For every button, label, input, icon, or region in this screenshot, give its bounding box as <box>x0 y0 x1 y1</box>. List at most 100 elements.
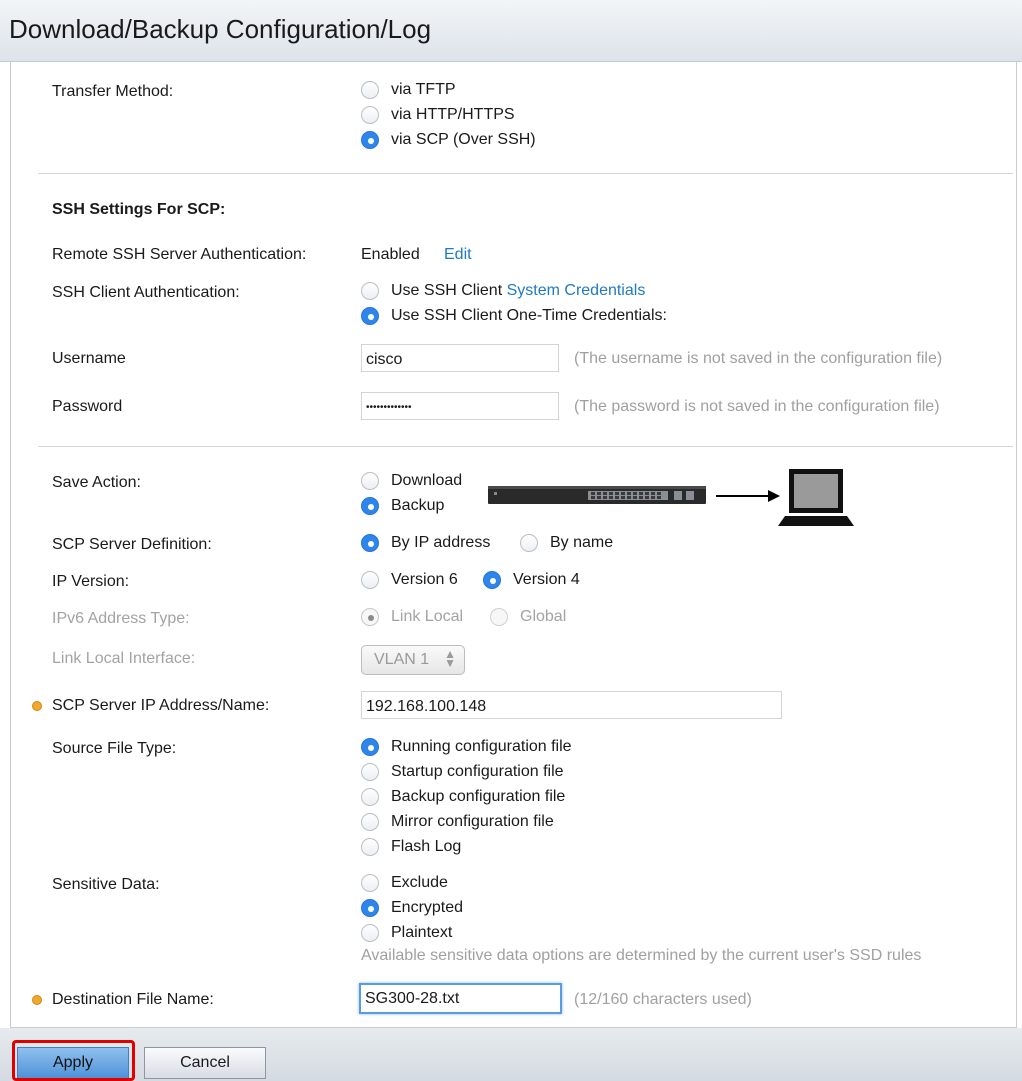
laptop-icon <box>778 469 854 526</box>
sensitive-data-label: Sensitive Data: <box>52 876 160 893</box>
ssh-client-system-option[interactable]: Use SSH Client System Credentials <box>361 282 645 300</box>
remote-ssh-auth-label: Remote SSH Server Authentication: <box>52 246 307 263</box>
source-backup-label: Backup configuration file <box>391 788 566 805</box>
source-flash-log-option[interactable]: Flash Log <box>361 838 461 856</box>
source-backup-radio[interactable] <box>361 788 379 806</box>
source-flash-log-radio[interactable] <box>361 838 379 856</box>
username-input[interactable]: cisco <box>361 344 559 372</box>
remote-ssh-auth-value: Enabled <box>361 246 420 263</box>
sensitive-exclude-label: Exclude <box>391 874 448 891</box>
save-backup-label: Backup <box>391 497 445 514</box>
source-running-label: Running configuration file <box>391 738 572 755</box>
scp-server-ip-label: SCP Server IP Address/Name: <box>52 697 270 714</box>
page-title: Download/Backup Configuration/Log <box>9 14 432 44</box>
ipv6-global-radio <box>490 608 508 626</box>
ip-version-label: IP Version: <box>52 573 130 590</box>
save-backup-option[interactable]: Backup <box>361 497 444 515</box>
source-running-option[interactable]: Running configuration file <box>361 738 572 756</box>
sensitive-plaintext-option[interactable]: Plaintext <box>361 924 452 942</box>
sensitive-exclude-option[interactable]: Exclude <box>361 874 448 892</box>
password-note: (The password is not saved in the config… <box>574 398 940 415</box>
source-file-type-label: Source File Type: <box>52 740 177 757</box>
system-credentials-link[interactable]: System Credentials <box>507 282 646 300</box>
source-mirror-option[interactable]: Mirror configuration file <box>361 813 554 831</box>
title-bar: Download/Backup Configuration/Log <box>0 0 1022 62</box>
server-by-name-label: By name <box>550 534 614 551</box>
server-by-name-radio[interactable] <box>520 534 538 552</box>
save-download-label: Download <box>391 472 463 489</box>
transfer-tftp-radio[interactable] <box>361 81 379 99</box>
source-mirror-radio[interactable] <box>361 813 379 831</box>
source-startup-option[interactable]: Startup configuration file <box>361 763 564 781</box>
server-by-ip-option[interactable]: By IP address <box>361 534 490 552</box>
cancel-button[interactable]: Cancel <box>144 1047 266 1079</box>
ip-version6-option[interactable]: Version 6 <box>361 571 458 589</box>
apply-highlight <box>12 1040 135 1081</box>
remote-ssh-edit-link[interactable]: Edit <box>444 246 472 264</box>
transfer-scp-radio[interactable] <box>361 131 379 149</box>
ssh-client-onetime-label: Use SSH Client One-Time Credentials: <box>391 307 667 324</box>
ssh-section-title: SSH Settings For SCP: <box>52 201 226 218</box>
arrow-right-icon <box>716 490 780 502</box>
save-backup-radio[interactable] <box>361 497 379 515</box>
destination-file-name-input[interactable]: SG300-28.txt <box>359 983 562 1014</box>
save-download-option[interactable]: Download <box>361 472 462 490</box>
server-by-name-option[interactable]: By name <box>520 534 613 552</box>
ipv6-global-label: Global <box>520 608 567 625</box>
ssh-client-auth-label: SSH Client Authentication: <box>52 284 240 301</box>
save-download-radio[interactable] <box>361 472 379 490</box>
server-by-ip-radio[interactable] <box>361 534 379 552</box>
server-by-ip-label: By IP address <box>391 534 491 551</box>
scp-server-definition-label: SCP Server Definition: <box>52 536 212 553</box>
link-local-interface-value: VLAN 1 <box>374 651 430 668</box>
select-arrows-icon: ▲ ▼ <box>444 647 456 670</box>
source-startup-radio[interactable] <box>361 763 379 781</box>
ipv6-link-local-label: Link Local <box>391 608 464 625</box>
username-label: Username <box>52 350 126 367</box>
username-note: (The username is not saved in the config… <box>574 350 943 367</box>
password-label: Password <box>52 398 123 415</box>
source-flash-log-label: Flash Log <box>391 838 462 855</box>
source-startup-label: Startup configuration file <box>391 763 564 780</box>
required-field-icon <box>32 995 42 1005</box>
backup-illustration <box>488 469 854 526</box>
scp-server-ip-input[interactable]: 192.168.100.148 <box>361 691 782 719</box>
transfer-http-option[interactable]: via HTTP/HTTPS <box>361 106 515 124</box>
link-local-interface-label: Link Local Interface: <box>52 650 196 667</box>
sensitive-encrypted-radio[interactable] <box>361 899 379 917</box>
sensitive-data-note: Available sensitive data options are det… <box>361 947 922 964</box>
destination-file-name-note: (12/160 characters used) <box>574 991 752 1008</box>
transfer-tftp-option[interactable]: via TFTP <box>361 81 456 99</box>
source-mirror-label: Mirror configuration file <box>391 813 554 830</box>
section-divider <box>38 173 1013 174</box>
sensitive-plaintext-radio[interactable] <box>361 924 379 942</box>
ipv6-link-local-option: Link Local <box>361 608 463 626</box>
ssh-client-system-text: Use SSH Client <box>391 282 507 299</box>
ip-version6-label: Version 6 <box>391 571 458 588</box>
sensitive-plaintext-label: Plaintext <box>391 924 453 941</box>
transfer-tftp-label: via TFTP <box>391 81 456 98</box>
password-input[interactable]: ••••••••••••• <box>361 392 559 420</box>
ssh-client-onetime-option[interactable]: Use SSH Client One-Time Credentials: <box>361 307 667 325</box>
transfer-scp-label: via SCP (Over SSH) <box>391 131 536 148</box>
sensitive-exclude-radio[interactable] <box>361 874 379 892</box>
transfer-http-radio[interactable] <box>361 106 379 124</box>
ipv6-global-option: Global <box>490 608 566 626</box>
network-switch-icon <box>488 486 706 504</box>
sensitive-encrypted-option[interactable]: Encrypted <box>361 899 463 917</box>
transfer-scp-option[interactable]: via SCP (Over SSH) <box>361 131 536 149</box>
ip-version4-option[interactable]: Version 4 <box>483 571 580 589</box>
transfer-http-label: via HTTP/HTTPS <box>391 106 515 123</box>
source-backup-option[interactable]: Backup configuration file <box>361 788 565 806</box>
ip-version4-radio[interactable] <box>483 571 501 589</box>
link-local-interface-select: VLAN 1 ▲ ▼ <box>361 645 465 675</box>
transfer-method-label: Transfer Method: <box>52 83 174 100</box>
required-field-icon <box>32 701 42 711</box>
ssh-client-system-radio[interactable] <box>361 282 379 300</box>
ip-version6-radio[interactable] <box>361 571 379 589</box>
source-running-radio[interactable] <box>361 738 379 756</box>
ssh-client-onetime-radio[interactable] <box>361 307 379 325</box>
destination-file-name-label: Destination File Name: <box>52 991 214 1008</box>
ip-version4-label: Version 4 <box>513 571 580 588</box>
ipv6-address-type-label: IPv6 Address Type: <box>52 610 190 627</box>
